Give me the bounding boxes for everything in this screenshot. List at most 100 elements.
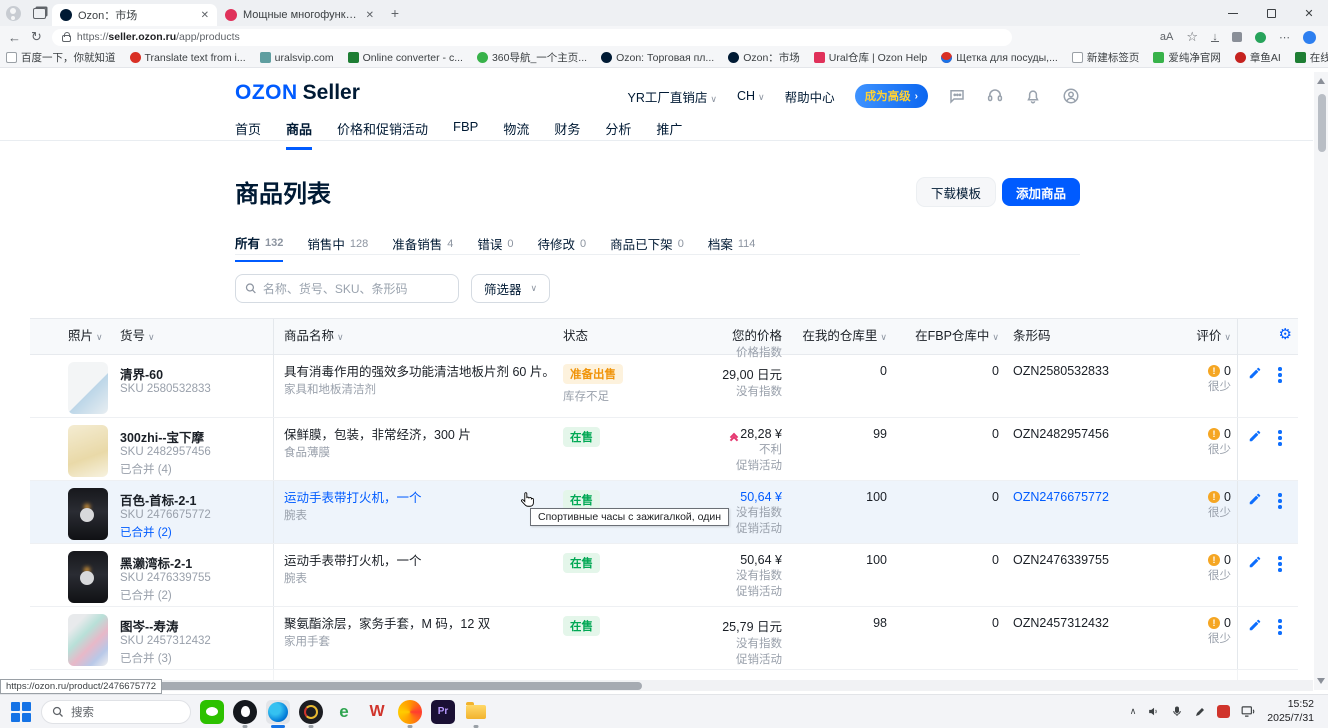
bookmark[interactable]: uralsvip.com [260, 52, 334, 64]
edit-pencil-icon[interactable] [1248, 366, 1262, 417]
url-field[interactable]: https://seller.ozon.ru/app/products [52, 29, 1012, 46]
new-tab-button[interactable]: + [382, 2, 408, 24]
downloads-icon[interactable]: ↓ [1211, 33, 1219, 42]
bookmark[interactable]: Ozon: Торговая пл... [601, 52, 714, 64]
product-image[interactable] [68, 488, 108, 540]
refresh-icon[interactable]: ↻ [31, 29, 42, 45]
product-name[interactable]: 聚氨酯涂层，家务手套，M 码，12 双 [284, 616, 557, 633]
promo-label[interactable]: 促销活动 [703, 651, 782, 667]
tab-close-icon[interactable]: ✕ [201, 10, 209, 21]
notifications-bell-icon[interactable] [1024, 87, 1042, 105]
merged-label[interactable]: 已合并 (4) [120, 461, 267, 477]
tray-display-sound-icon[interactable] [1241, 705, 1256, 718]
merged-label[interactable]: 已合并 (3) [120, 650, 267, 666]
ozon-seller-logo[interactable]: OZONSeller [235, 81, 360, 105]
translate-icon[interactable]: аА [1160, 31, 1173, 43]
scroll-up-arrow[interactable] [1317, 78, 1325, 84]
nav-item-promotion[interactable]: 推广 [656, 119, 682, 150]
bookmark[interactable]: Ozon：市场 [728, 50, 800, 65]
tab-archive[interactable]: 档案114 [708, 233, 756, 262]
table-row[interactable]: 300zhi--宝下摩SKU 2482957456已合并 (4) 保鲜膜，包装，… [30, 418, 1298, 481]
search-input[interactable] [263, 282, 449, 296]
table-row[interactable]: 黑濑湾标-2-1SKU 2476339755已合并 (2) 运动手表带打火机，一… [30, 544, 1298, 607]
taskbar-qq-icon[interactable] [233, 700, 257, 724]
taskbar-edge-icon[interactable] [266, 700, 290, 724]
nav-item-home[interactable]: 首页 [235, 119, 261, 150]
column-article[interactable]: 货号∨ [120, 319, 273, 360]
edit-pencil-icon[interactable] [1248, 618, 1262, 669]
column-rating[interactable]: 评价∨ [1170, 319, 1237, 360]
tray-hidden-icons-chevron[interactable]: ∧ [1130, 706, 1137, 717]
tab-to-fix[interactable]: 待修改0 [538, 233, 587, 262]
bookmark[interactable]: 爱纯净官网 [1153, 50, 1221, 65]
vertical-scrollbar-thumb[interactable] [1318, 94, 1326, 152]
promo-label[interactable]: 促销活动 [703, 457, 782, 473]
workspaces-icon[interactable] [26, 2, 52, 24]
more-menu-icon[interactable]: ⋯ [1279, 31, 1290, 44]
tray-mic-icon[interactable] [1171, 705, 1183, 718]
barcode-link[interactable]: OZN2476675772 [1005, 481, 1170, 543]
product-image[interactable] [68, 362, 108, 414]
browser-tab-inactive[interactable]: Мощные многофункциональны ✕ [217, 4, 382, 26]
tab-close-icon[interactable]: ✕ [366, 10, 374, 21]
bookmark[interactable]: 在线转换器 - 免费... [1295, 50, 1328, 65]
browser-tab-active[interactable]: Ozon：市场 ✕ [52, 4, 217, 26]
add-product-button[interactable]: 添加商品 [1002, 178, 1080, 206]
nav-item-analytics[interactable]: 分析 [605, 119, 631, 150]
bookmark[interactable]: Online converter - c... [348, 52, 463, 64]
bookmark[interactable]: Щетка для посуды,... [941, 52, 1058, 64]
bookmark[interactable]: 百度一下，你就知道 [6, 50, 116, 65]
product-name-link[interactable]: 运动手表带打火机，一个 [284, 490, 557, 507]
bookmark[interactable]: Translate text from i... [130, 52, 246, 64]
edit-pencil-icon[interactable] [1248, 429, 1262, 480]
window-maximize-button[interactable] [1252, 0, 1290, 26]
product-name[interactable]: 具有消毒作用的强效多功能清洁地板片剂 60 片。 [284, 364, 557, 381]
column-photo[interactable]: 照片∨ [68, 319, 120, 360]
bookmark[interactable]: 章鱼AI [1235, 50, 1281, 65]
product-name[interactable]: 运动手表带打火机，一个 [284, 553, 557, 570]
taskbar-player-icon[interactable] [299, 700, 323, 724]
nav-item-products[interactable]: 商品 [286, 119, 312, 150]
row-menu-icon[interactable] [1278, 492, 1282, 543]
promo-label[interactable]: 促销活动 [703, 583, 782, 599]
back-icon[interactable]: ← [8, 30, 21, 45]
taskbar-wps-icon[interactable]: W [365, 700, 389, 724]
taskbar-premiere-icon[interactable]: Pr [431, 700, 455, 724]
account-icon[interactable] [1062, 87, 1080, 105]
table-settings-gear-icon[interactable]: ⚙ [1237, 319, 1298, 360]
language-selector[interactable]: CH∨ [737, 89, 765, 103]
vertical-scrollbar[interactable] [1314, 72, 1328, 690]
start-button[interactable] [10, 701, 32, 723]
browser-avatar[interactable] [1303, 31, 1316, 44]
taskbar-search[interactable]: 搜索 [41, 700, 191, 724]
bookmark[interactable]: Ural仓库 | Ozon Help [814, 50, 927, 65]
row-menu-icon[interactable] [1278, 366, 1282, 417]
tab-ready[interactable]: 准备销售4 [392, 233, 453, 262]
product-image[interactable] [68, 551, 108, 603]
download-template-button[interactable]: 下载模板 [917, 178, 995, 206]
tab-unlisted[interactable]: 商品已下架0 [610, 233, 684, 262]
chat-icon[interactable] [948, 87, 966, 105]
product-image[interactable] [68, 614, 108, 666]
row-menu-icon[interactable] [1278, 618, 1282, 669]
edit-pencil-icon[interactable] [1248, 492, 1262, 543]
taskbar-wechat-icon[interactable] [200, 700, 224, 724]
merged-label[interactable]: 已合并 (2) [120, 587, 267, 603]
extensions-icon[interactable] [1232, 32, 1242, 42]
price-link[interactable]: 50,64 ¥ [703, 490, 782, 504]
horizontal-scrollbar[interactable] [0, 680, 1313, 691]
taskbar-firefox-icon[interactable] [398, 700, 422, 724]
become-premium-button[interactable]: 成为高级› [855, 84, 928, 108]
product-image[interactable] [68, 425, 108, 477]
table-row[interactable]: 图岑--寿涛SKU 2457312432已合并 (3) 聚氨酯涂层，家务手套，M… [30, 607, 1298, 670]
row-menu-icon[interactable] [1278, 555, 1282, 606]
store-selector[interactable]: YR工厂直销店∨ [628, 87, 717, 106]
product-name[interactable]: 保鲜膜，包装，非常经济，300 片 [284, 427, 557, 444]
help-center-link[interactable]: 帮助中心 [785, 87, 835, 106]
taskbar-eclipse-icon[interactable]: e [332, 700, 356, 724]
column-name[interactable]: 商品名称∨ [273, 319, 563, 360]
row-menu-icon[interactable] [1278, 429, 1282, 480]
column-my-warehouse[interactable]: 在我的仓库里∨ [788, 319, 893, 360]
taskbar-clock[interactable]: 15:52 2025/7/31 [1267, 698, 1318, 724]
filters-button[interactable]: 筛选器∨ [471, 274, 550, 303]
